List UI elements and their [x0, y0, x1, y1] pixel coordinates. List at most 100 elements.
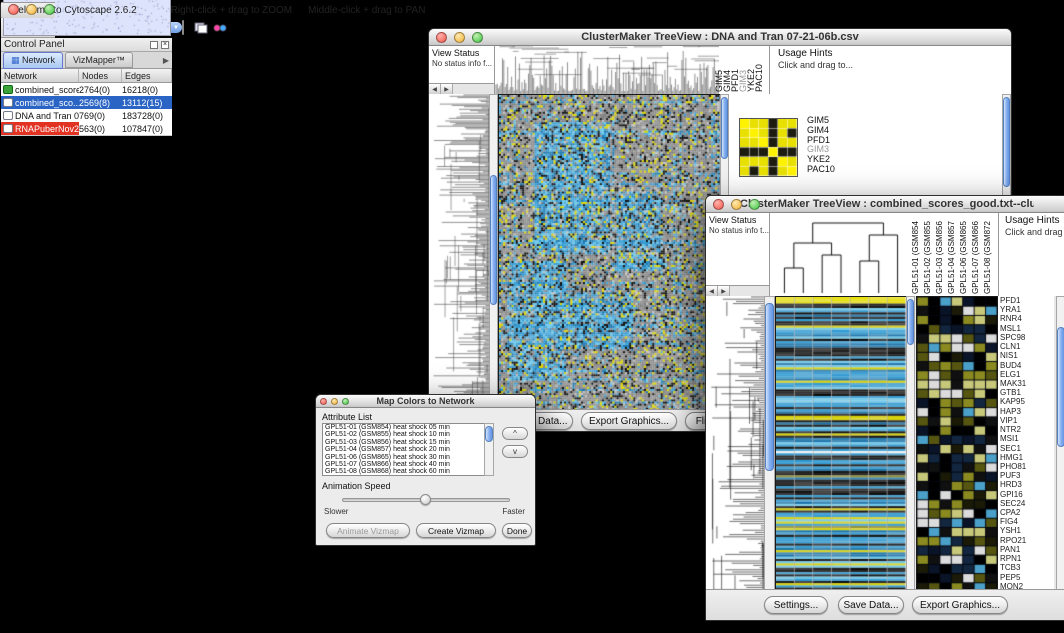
col-edges[interactable]: Edges: [122, 69, 172, 82]
table-row-selected[interactable]: combined_sco... 2569(8) 13112(15): [1, 96, 172, 109]
zoom-button[interactable]: [44, 4, 55, 15]
move-up-button[interactable]: ^: [502, 427, 528, 440]
gene-label: YSH1: [998, 526, 1054, 535]
scroll-right-icon[interactable]: ▶: [718, 286, 730, 296]
network-icon: [3, 98, 13, 107]
dna-row-dendrogram[interactable]: [429, 94, 489, 411]
scroll-thumb[interactable]: [721, 97, 728, 159]
dna-dendro-vscrollbar[interactable]: [489, 94, 498, 411]
tab-overflow-icon[interactable]: ▶: [163, 56, 169, 65]
combined-zoom-heatmap[interactable]: [916, 296, 998, 593]
annotation-icon[interactable]: [194, 19, 208, 37]
animate-vizmap-button[interactable]: Animate Vizmap: [326, 523, 410, 538]
dna-heatmap[interactable]: [498, 94, 721, 413]
done-button[interactable]: Done: [502, 523, 532, 538]
slider-thumb[interactable]: [420, 494, 431, 505]
column-label: PAC10: [759, 46, 767, 94]
scroll-thumb[interactable]: [1057, 327, 1064, 447]
attribute-list[interactable]: GPL51-01 (GSM854) heat shock 05 minGPL51…: [322, 423, 494, 476]
table-row-alert[interactable]: RNAPuberNov2... 563(0) 107847(0): [1, 122, 172, 135]
gene-label: VIP1: [998, 416, 1054, 425]
gene-label: HMG1: [998, 453, 1054, 462]
status-pan-hint: Middle-click + drag to PAN: [308, 5, 425, 16]
dna-similarity-matrix[interactable]: [739, 118, 798, 177]
treeview-combined-titlebar[interactable]: ClusterMaker TreeView : combined_scores_…: [706, 196, 1064, 213]
close-button[interactable]: [8, 4, 19, 15]
scroll-thumb[interactable]: [765, 303, 774, 471]
scroll-thumb[interactable]: [490, 175, 497, 305]
scroll-thumb[interactable]: [907, 299, 914, 345]
close-panel-icon[interactable]: ×: [161, 41, 169, 49]
column-label: GPL51-08 (GSM872: [984, 213, 996, 296]
usage-hints-title: Usage Hints: [999, 213, 1064, 226]
scroll-thumb[interactable]: [485, 426, 493, 442]
network-table-header[interactable]: Network Nodes Edges: [1, 69, 172, 83]
minimize-button[interactable]: [454, 32, 465, 43]
gene-label: PUF3: [998, 471, 1054, 480]
attribute-list-item[interactable]: GPL51-08 (GSM868) heat shock 60 min: [323, 468, 493, 475]
desktop-stage: Cytoscape Desktop (Session Name: collins…: [0, 0, 1064, 633]
zoom-button[interactable]: [472, 32, 483, 43]
attribute-list-item[interactable]: GPL51-03 (GSM856) heat shock 15 min: [323, 439, 493, 446]
export-graphics-button[interactable]: Export Graphics...: [912, 596, 1008, 614]
float-panel-icon[interactable]: [150, 41, 158, 49]
export-graphics-button[interactable]: Export Graphics...: [581, 412, 677, 430]
create-vizmap-button[interactable]: Create Vizmap: [416, 523, 496, 538]
network-table: combined_scores 2764(0) 16218(0) combine…: [1, 83, 172, 136]
combo-arrows-icon[interactable]: ▼: [169, 22, 182, 33]
table-row[interactable]: combined_scores 2764(0) 16218(0): [1, 83, 172, 96]
close-button[interactable]: [713, 199, 724, 210]
minimize-button[interactable]: [26, 4, 37, 15]
dna-mini-hscrollbar[interactable]: ◀ ▶: [429, 83, 494, 94]
gene-label: RPN1: [998, 554, 1054, 563]
combined-usage-hints-panel: Usage Hints Click and drag to...: [998, 213, 1064, 296]
close-button[interactable]: [436, 32, 447, 43]
treeview-dna-titlebar[interactable]: ClusterMaker TreeView : DNA and Tran 07-…: [429, 29, 1011, 46]
combined-heatmap-vscrollbar[interactable]: [906, 296, 915, 591]
gene-label: SEC24: [998, 499, 1054, 508]
scroll-left-icon[interactable]: ◀: [429, 84, 441, 94]
col-network[interactable]: Network: [1, 69, 79, 82]
gene-label: HAP3: [998, 407, 1054, 416]
network-icon: [3, 124, 13, 133]
vizmap-icon[interactable]: [213, 19, 227, 37]
window-controls: [436, 32, 483, 43]
attribute-list-scrollbar[interactable]: [484, 423, 494, 476]
col-nodes[interactable]: Nodes: [79, 69, 122, 82]
dialog-titlebar[interactable]: Map Colors to Network: [316, 395, 535, 408]
combined-dendro-vscrollbar[interactable]: [764, 296, 775, 591]
faster-label: Faster: [502, 507, 525, 516]
scroll-thumb[interactable]: [1003, 97, 1010, 187]
attribute-list-item[interactable]: GPL51-07 (GSM866) heat shock 40 min: [323, 461, 493, 468]
attribute-list-item[interactable]: GPL51-01 (GSM854) heat shock 05 min: [323, 424, 493, 431]
view-status-title: View Status: [429, 46, 494, 58]
move-down-button[interactable]: v: [502, 445, 528, 458]
attribute-list-item[interactable]: GPL51-06 (GSM865) heat shock 30 min: [323, 454, 493, 461]
gene-label: CPA2: [998, 508, 1054, 517]
combined-mini-hscrollbar[interactable]: ◀ ▶: [706, 285, 769, 296]
dna-column-dendrogram[interactable]: [495, 46, 720, 94]
gene-label: KAP95: [998, 397, 1054, 406]
gene-label: PAC10: [805, 165, 863, 175]
tab-network[interactable]: ▦ Network: [3, 52, 63, 69]
zoom-button[interactable]: [342, 398, 349, 405]
scroll-left-icon[interactable]: ◀: [706, 286, 718, 296]
scroll-right-icon[interactable]: ▶: [441, 84, 453, 94]
attribute-list-item[interactable]: GPL51-04 (GSM857) heat shock 20 min: [323, 446, 493, 453]
combined-view-status-panel: View Status No status info t... ◀ ▶: [706, 213, 770, 296]
combined-heatmap[interactable]: [775, 296, 907, 593]
search-input[interactable]: ▼: [182, 20, 184, 35]
zoom-button[interactable]: [749, 199, 760, 210]
attribute-list-item[interactable]: GPL51-02 (GSM855) heat shock 10 min: [323, 431, 493, 438]
settings-button[interactable]: Settings...: [764, 596, 828, 614]
table-row[interactable]: DNA and Tran 0... 769(0) 183728(0): [1, 109, 172, 122]
combined-row-dendrogram[interactable]: [706, 296, 764, 591]
close-button[interactable]: [320, 398, 327, 405]
minimize-button[interactable]: [331, 398, 338, 405]
combined-column-dendrogram[interactable]: [770, 213, 912, 296]
tab-vizmapper[interactable]: VizMapper™: [65, 52, 133, 68]
save-data-button[interactable]: Save Data...: [838, 596, 904, 614]
minimize-button[interactable]: [731, 199, 742, 210]
attribute-list-label: Attribute List: [322, 412, 372, 422]
combined-detail-vscrollbar[interactable]: [1056, 296, 1064, 591]
